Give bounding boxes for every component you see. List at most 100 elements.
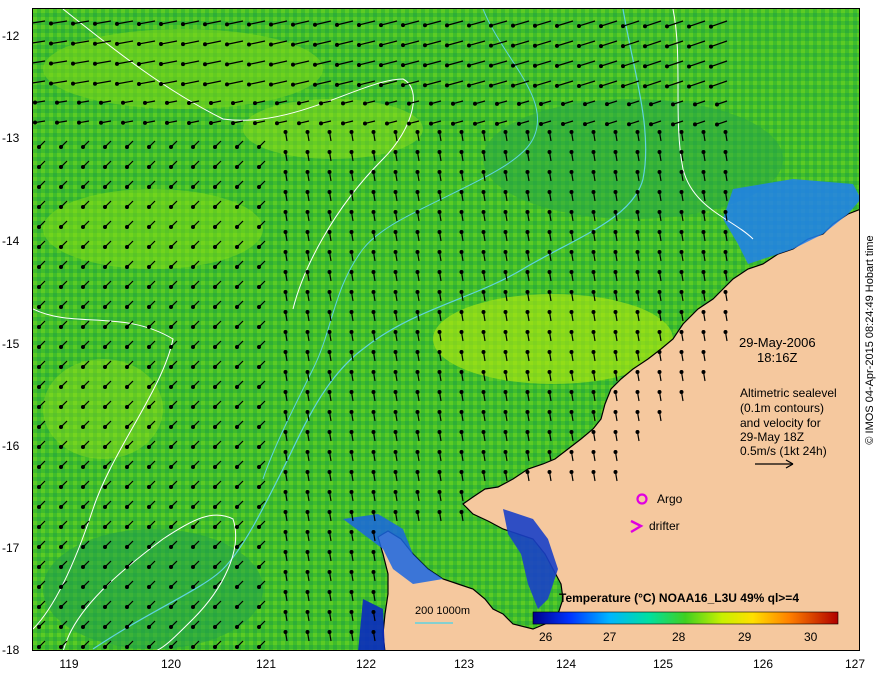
velocity-arrow-head [169,345,174,350]
velocity-arrow-head [349,609,354,614]
velocity-arrow-head [569,190,574,195]
velocity-arrow-head [80,165,85,170]
velocity-arrow-head [511,63,516,68]
velocity-arrow-head [102,305,107,310]
velocity-arrow-head [124,285,129,290]
velocity-arrow-head [613,290,618,295]
velocity-arrow-head [213,644,218,649]
velocity-arrow-head [59,165,64,170]
velocity-arrow-head [341,101,346,106]
velocity-arrow-head [36,305,41,310]
colorbar [532,611,839,625]
velocity-arrow-head [305,370,310,375]
velocity-arrow-head [635,230,640,235]
velocity-arrow-head [187,100,192,105]
velocity-arrow-head [582,122,587,127]
velocity-arrow-head [415,410,420,415]
map-frame[interactable]: 29-May-2006 18:16Z Altimetric sealevel (… [32,8,860,651]
velocity-arrow-head [371,270,376,275]
velocity-arrow-head [613,230,618,235]
velocity-arrow-head [59,544,64,549]
velocity-arrow-head [181,42,186,47]
velocity-arrow-head [235,285,240,290]
velocity-arrow-head [327,569,332,574]
velocity-arrow-head [429,121,434,126]
velocity-arrow-head [642,84,647,89]
velocity-arrow-head [297,121,302,126]
velocity-arrow-head [467,23,472,28]
velocity-arrow-head [169,445,174,450]
velocity-arrow-head [291,22,296,27]
velocity-arrow-head [124,524,129,529]
velocity-arrow-head [393,490,398,495]
velocity-arrow-head [467,83,472,88]
velocity-arrow-head [371,390,376,395]
velocity-arrow-head [393,270,398,275]
velocity-arrow-head [247,82,252,87]
velocity-arrow-head [569,450,574,455]
velocity-arrow-head [235,564,240,569]
velocity-arrow-head [591,170,596,175]
velocity-arrow-head [158,22,163,27]
velocity-arrow-head [723,170,728,175]
velocity-arrow-head [213,405,218,410]
velocity-arrow-head [146,145,151,150]
date-label: 29-May-2006 [739,335,816,350]
velocity-arrow-head [80,305,85,310]
velocity-arrow-head [679,390,684,395]
velocity-arrow-head [582,102,587,107]
velocity-arrow-head [146,505,151,510]
velocity-arrow-head [385,101,390,106]
velocity-arrow-head [576,23,581,28]
velocity-arrow-head [598,44,603,49]
velocity-arrow-head [209,101,214,106]
velocity-arrow-head [445,83,450,88]
velocity-arrow-head [49,21,54,26]
velocity-arrow-head [525,150,530,155]
velocity-arrow-head [213,365,218,370]
velocity-arrow-head [191,425,196,430]
velocity-arrow-head [169,205,174,210]
velocity-arrow-head [657,250,662,255]
velocity-arrow-head [36,485,41,490]
velocity-arrow-head [437,390,442,395]
velocity-arrow-head [679,170,684,175]
velocity-arrow-head [305,629,310,634]
velocity-arrow-head [423,23,428,28]
velocity-arrow-head [33,100,37,105]
velocity-arrow-head [591,410,596,415]
velocity-arrow-head [525,330,530,335]
velocity-arrow-head [59,305,64,310]
velocity-arrow-head [59,465,64,470]
velocity-arrow-head [481,270,486,275]
velocity-arrow-head [102,145,107,150]
velocity-arrow-head [481,350,486,355]
velocity-arrow-head [569,270,574,275]
velocity-arrow-head [371,290,376,295]
velocity-arrow-head [191,165,196,170]
velocity-arrow-head [235,644,240,649]
velocity-arrow-head [114,61,119,66]
velocity-arrow-head [291,42,296,47]
velocity-arrow-head [80,604,85,609]
velocity-arrow-head [547,170,552,175]
velocity-arrow-head [495,121,500,126]
velocity-arrow-head [481,230,486,235]
velocity-arrow-head [379,43,384,48]
velocity-arrow-head [547,290,552,295]
velocity-arrow-head [371,569,376,574]
velocity-arrow-head [146,265,151,270]
velocity-arrow-head [459,330,464,335]
velocity-arrow-head [679,210,684,215]
velocity-arrow-head [451,121,456,126]
velocity-arrow-head [620,64,625,69]
velocity-arrow-head [92,81,97,86]
velocity-arrow-head [569,370,574,375]
velocity-arrow-head [191,644,196,649]
velocity-arrow-head [657,210,662,215]
velocity-arrow-head [437,210,442,215]
velocity-arrow-head [657,129,662,134]
velocity-arrow-head [664,64,669,69]
velocity-arrow-head [393,210,398,215]
velocity-arrow-head [124,345,129,350]
